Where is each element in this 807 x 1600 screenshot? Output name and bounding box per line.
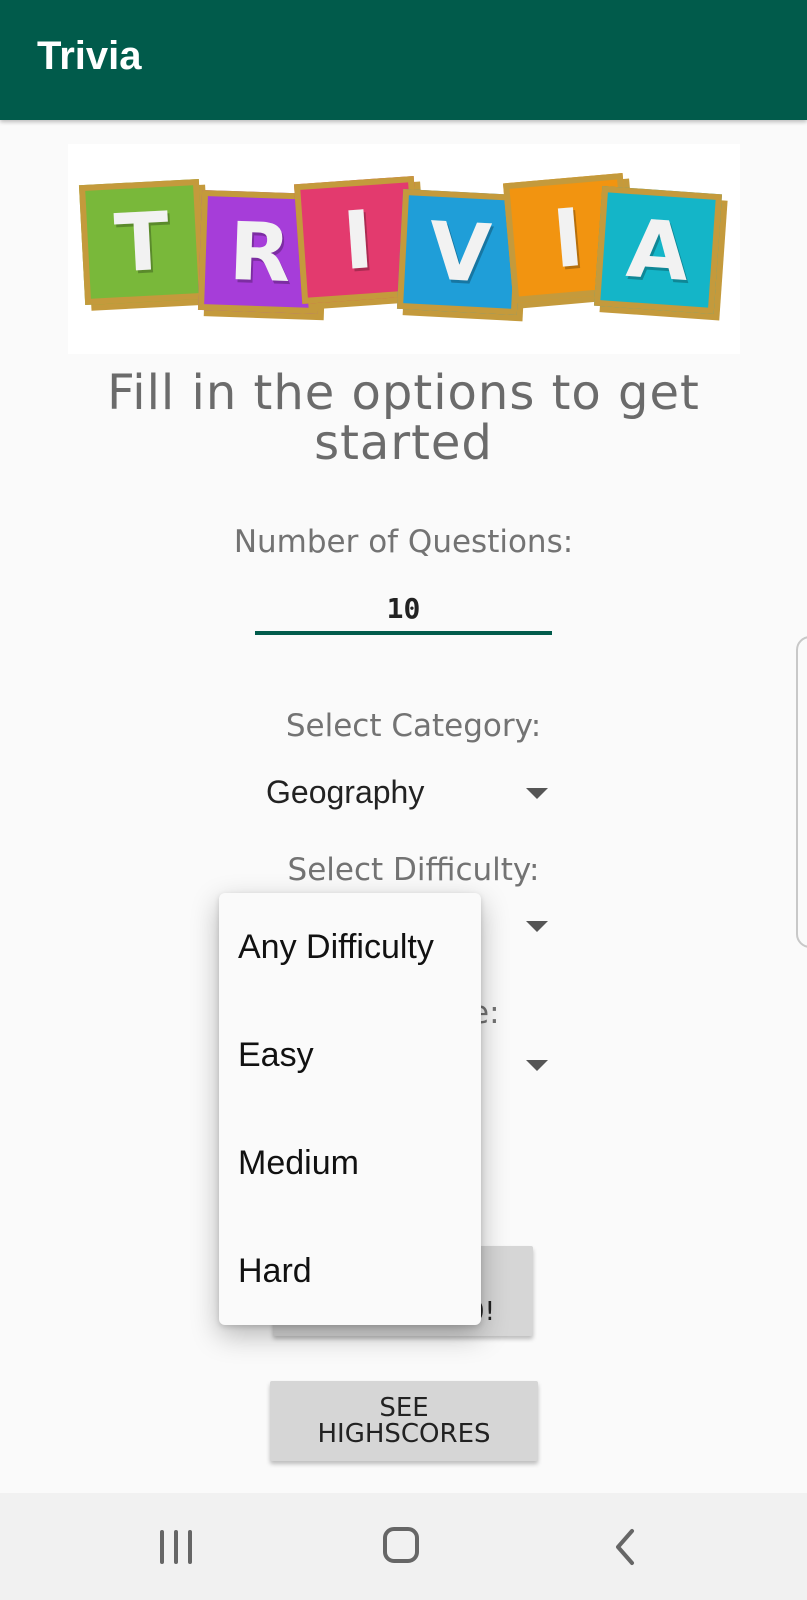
logo-tile-a: A [593,185,723,315]
see-highscores-button[interactable]: SEE HIGHSCORES [270,1381,538,1461]
category-spinner[interactable]: Geography [264,762,554,822]
page-heading: Fill in the options to get started [107,365,700,471]
recent-apps-icon[interactable] [160,1530,196,1564]
dropdown-option-hard[interactable]: Hard [219,1217,481,1325]
category-label: Select Category: [285,708,542,744]
dropdown-option-easy[interactable]: Easy [219,1001,481,1109]
back-icon[interactable] [612,1527,642,1567]
dropdown-option-medium[interactable]: Medium [219,1109,481,1217]
app-bar: Trivia [0,0,807,120]
category-value: Geography [266,774,425,810]
difficulty-label: Select Difficulty: [287,852,540,888]
trivia-logo: T R I V I A [68,144,740,354]
app-title: Trivia [37,34,142,78]
edge-panel-handle[interactable] [796,636,807,948]
dropdown-arrow-icon [526,1060,548,1071]
difficulty-dropdown-menu: Any Difficulty Easy Medium Hard [219,893,481,1325]
logo-tile-v: V [396,188,524,316]
home-icon[interactable] [383,1527,419,1563]
logo-tile-t: T [78,178,206,306]
system-nav-bar [0,1493,807,1600]
dropdown-arrow-icon [526,921,548,932]
dropdown-arrow-icon [526,788,548,799]
questions-input[interactable] [255,585,552,635]
dropdown-option-any[interactable]: Any Difficulty [219,893,481,1001]
questions-label: Number of Questions: [233,524,574,560]
